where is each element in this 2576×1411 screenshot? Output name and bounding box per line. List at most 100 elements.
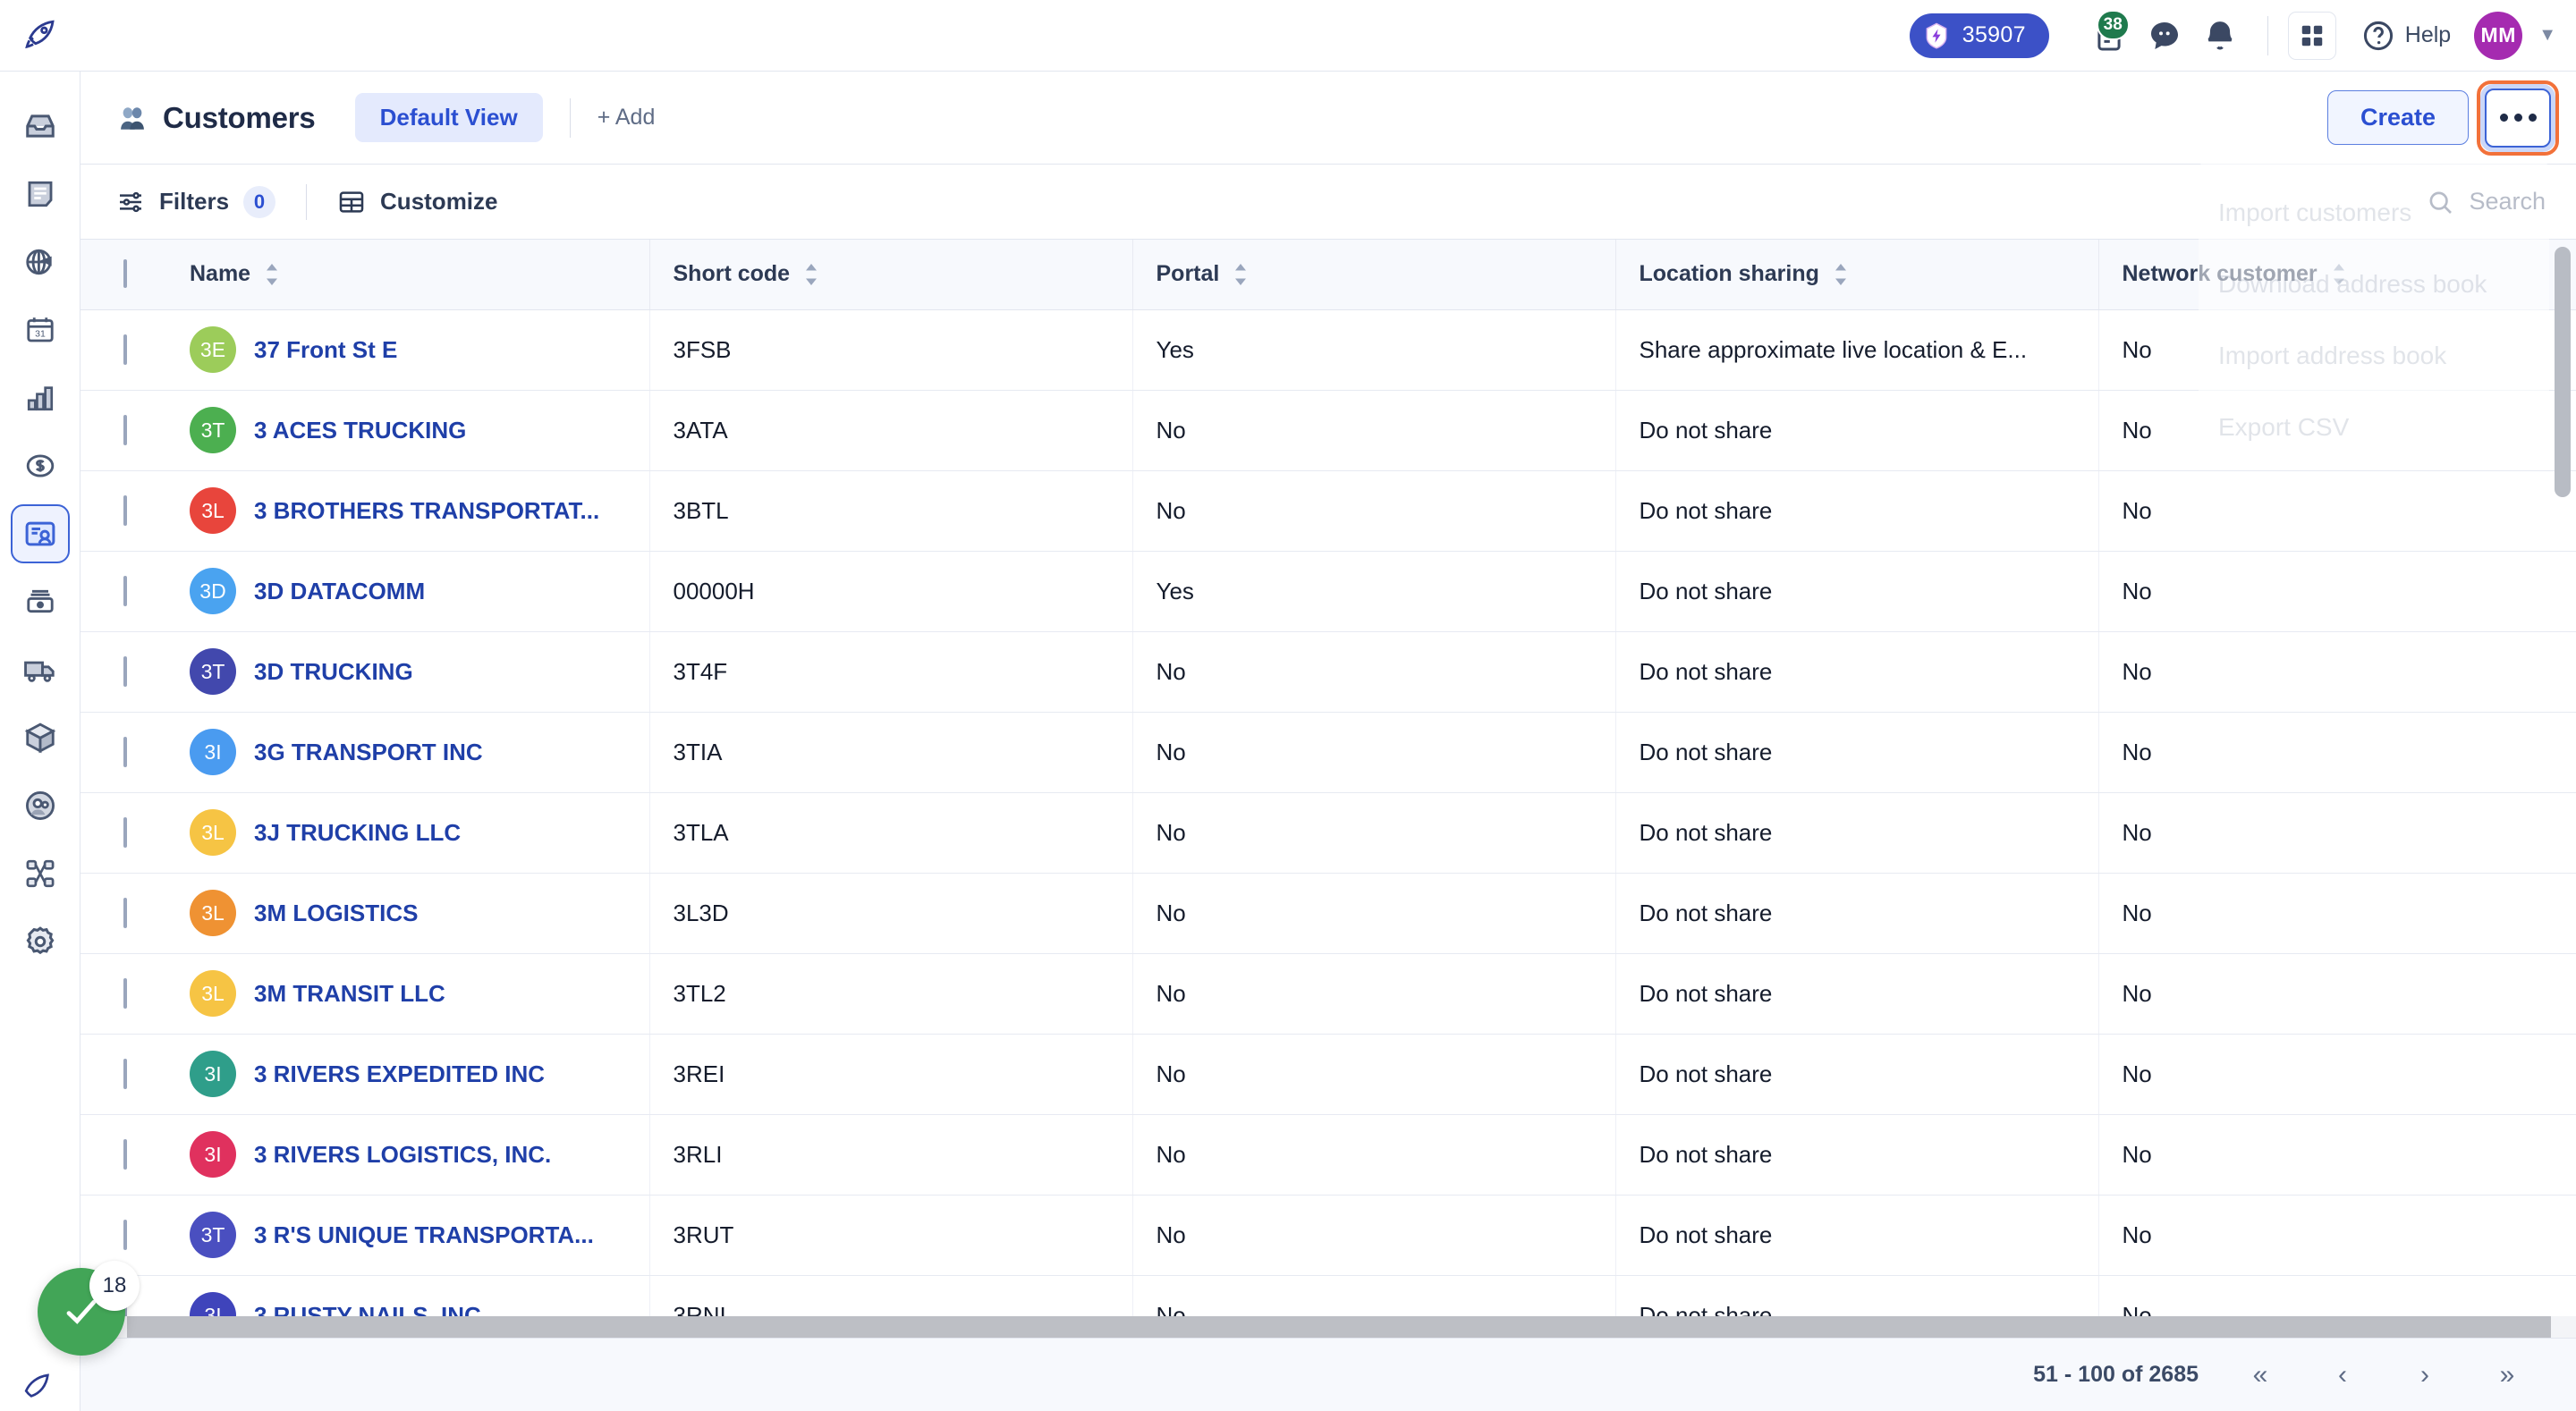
documents-button[interactable]: 38 <box>2081 8 2137 63</box>
cell-portal: No <box>1132 390 1616 471</box>
vertical-scrollbar-thumb[interactable] <box>2555 247 2571 497</box>
table-row[interactable]: 3T 3 ACES TRUCKING 3ATA No Do not share No <box>80 390 2576 471</box>
table-row[interactable]: 3I 3G TRANSPORT INC 3TIA No Do not share No <box>80 712 2576 793</box>
row-checkbox[interactable] <box>123 334 127 365</box>
row-checkbox[interactable] <box>123 897 127 928</box>
sidebar-item-settings[interactable] <box>11 912 70 971</box>
add-view-button[interactable]: + Add <box>597 105 656 131</box>
row-checkbox[interactable] <box>123 655 127 687</box>
sidebar: 31 <box>0 72 80 1411</box>
cell-name: 3T 3 R'S UNIQUE TRANSPORTA... <box>166 1195 650 1276</box>
search-label: Search <box>2469 188 2546 215</box>
customer-name-link[interactable]: 3 R'S UNIQUE TRANSPORTA... <box>254 1221 594 1249</box>
table-row[interactable]: 3T 3D TRUCKING 3T4F No Do not share No <box>80 631 2576 713</box>
customer-name-link[interactable]: 3D TRUCKING <box>254 658 413 686</box>
help-button[interactable]: Help <box>2361 19 2451 53</box>
credits-pill[interactable]: 35907 <box>1909 13 2049 58</box>
cell-location-sharing: Do not share <box>1615 1195 2099 1276</box>
sidebar-item-analytics-globe[interactable] <box>11 232 70 291</box>
row-checkbox[interactable] <box>123 1219 127 1250</box>
sidebar-item-fleet[interactable] <box>11 640 70 699</box>
customer-name-link[interactable]: 3D DATACOMM <box>254 578 425 605</box>
search-button[interactable]: Search <box>2426 188 2546 216</box>
customer-name-link[interactable]: 3 RIVERS EXPEDITED INC <box>254 1060 545 1088</box>
more-options-button[interactable] <box>2477 80 2559 156</box>
row-checkbox[interactable] <box>123 736 127 767</box>
horizontal-scrollbar[interactable] <box>80 1316 2576 1338</box>
sidebar-item-inbox[interactable] <box>11 97 70 156</box>
row-checkbox[interactable] <box>123 816 127 848</box>
cell-network-customer: No <box>2098 470 2576 552</box>
row-checkbox[interactable] <box>123 977 127 1009</box>
rocket-mini-icon <box>18 1371 54 1411</box>
column-header-short-code[interactable]: Short code <box>649 240 1133 310</box>
apps-button[interactable] <box>2287 11 2336 60</box>
cell-name: 3I 3 RIVERS EXPEDITED INC <box>166 1034 650 1115</box>
sidebar-item-billing[interactable] <box>11 436 70 495</box>
customer-name-link[interactable]: 37 Front St E <box>254 336 397 364</box>
table-row[interactable]: 3L 3M TRANSIT LLC 3TL2 No Do not share No <box>80 953 2576 1035</box>
sidebar-item-inventory[interactable] <box>11 708 70 767</box>
customer-name-link[interactable]: 3 RIVERS LOGISTICS, INC. <box>254 1141 551 1169</box>
table-row[interactable]: 3L 3 BROTHERS TRANSPORTAT... 3BTL No Do not … <box>80 470 2576 552</box>
column-header-network-customer[interactable]: Network customer <box>2098 240 2576 310</box>
customer-name-link[interactable]: 3 ACES TRUCKING <box>254 417 466 444</box>
last-page-button[interactable]: » <box>2487 1360 2528 1390</box>
customer-name-link[interactable]: 3G TRANSPORT INC <box>254 739 483 766</box>
customer-name-link[interactable]: 3M LOGISTICS <box>254 900 418 927</box>
tasks-fab-button[interactable]: 18 <box>38 1261 140 1356</box>
chevron-down-icon[interactable]: ▼ <box>2538 25 2556 46</box>
cell-network-customer: No <box>2098 551 2576 632</box>
create-button[interactable]: Create <box>2326 90 2469 145</box>
gem-bolt-icon <box>1926 22 1947 49</box>
bell-icon <box>2207 21 2233 49</box>
notifications-button[interactable] <box>2192 8 2248 63</box>
select-all-checkbox[interactable] <box>123 259 127 289</box>
cell-network-customer: No <box>2098 873 2576 954</box>
cash-drawer-icon <box>26 589 54 613</box>
table-row[interactable]: 3T 3 R'S UNIQUE TRANSPORTA... 3RUT No Do not… <box>80 1195 2576 1276</box>
table-row[interactable]: 3L 3M LOGISTICS 3L3D No Do not share No <box>80 873 2576 954</box>
table-row[interactable]: 3I 3 RIVERS EXPEDITED INC 3REI No Do not sha… <box>80 1034 2576 1115</box>
row-select-cell <box>80 792 166 874</box>
credits-value: 35907 <box>1962 22 2026 47</box>
view-tab-default[interactable]: Default View <box>354 93 543 142</box>
column-header-portal[interactable]: Portal <box>1132 240 1616 310</box>
table-row[interactable]: 3E 37 Front St E 3FSB Yes Share approximate … <box>80 309 2576 391</box>
customer-name-link[interactable]: 3M TRANSIT LLC <box>254 980 445 1008</box>
vertical-scrollbar[interactable] <box>2555 247 2571 1311</box>
column-label-portal: Portal <box>1156 261 1220 287</box>
column-header-name[interactable]: Name <box>166 240 650 310</box>
chat-button[interactable] <box>2137 8 2192 63</box>
customer-name-link[interactable]: 3 BROTHERS TRANSPORTAT... <box>254 497 599 525</box>
sidebar-item-contacts[interactable] <box>11 776 70 835</box>
filters-button[interactable]: Filters 0 <box>116 185 276 218</box>
table-icon <box>339 190 364 213</box>
row-checkbox[interactable] <box>123 1138 127 1170</box>
sidebar-item-network[interactable] <box>11 844 70 903</box>
row-checkbox[interactable] <box>123 575 127 606</box>
app-logo[interactable] <box>0 0 80 72</box>
sidebar-item-customers[interactable] <box>10 504 70 563</box>
row-checkbox[interactable] <box>123 414 127 445</box>
table-row[interactable]: 3I 3 RIVERS LOGISTICS, INC. 3RLI No Do not s… <box>80 1114 2576 1196</box>
prev-page-button[interactable]: ‹ <box>2322 1360 2363 1390</box>
next-page-button[interactable]: › <box>2404 1360 2445 1390</box>
sidebar-item-cash[interactable] <box>11 572 70 631</box>
sidebar-item-reports[interactable] <box>11 368 70 427</box>
table-row[interactable]: 3L 3J TRUCKING LLC 3TLA No Do not share No <box>80 792 2576 874</box>
cell-location-sharing: Do not share <box>1615 390 2099 471</box>
column-header-location-sharing[interactable]: Location sharing <box>1615 240 2099 310</box>
horizontal-scrollbar-thumb[interactable] <box>127 1316 2551 1338</box>
row-checkbox[interactable] <box>123 1058 127 1089</box>
customize-button[interactable]: Customize <box>337 188 498 216</box>
avatar[interactable]: MM <box>2474 11 2523 60</box>
cell-short-code: 3BTL <box>649 470 1133 552</box>
row-checkbox[interactable] <box>123 494 127 526</box>
first-page-button[interactable]: « <box>2240 1360 2281 1390</box>
customer-name-link[interactable]: 3J TRUCKING LLC <box>254 819 461 847</box>
sidebar-item-documents[interactable] <box>11 165 70 224</box>
table-row[interactable]: 3D 3D DATACOMM 00000H Yes Do not share No <box>80 551 2576 632</box>
sidebar-item-calendar[interactable]: 31 <box>11 300 70 359</box>
cell-short-code: 3ATA <box>649 390 1133 471</box>
